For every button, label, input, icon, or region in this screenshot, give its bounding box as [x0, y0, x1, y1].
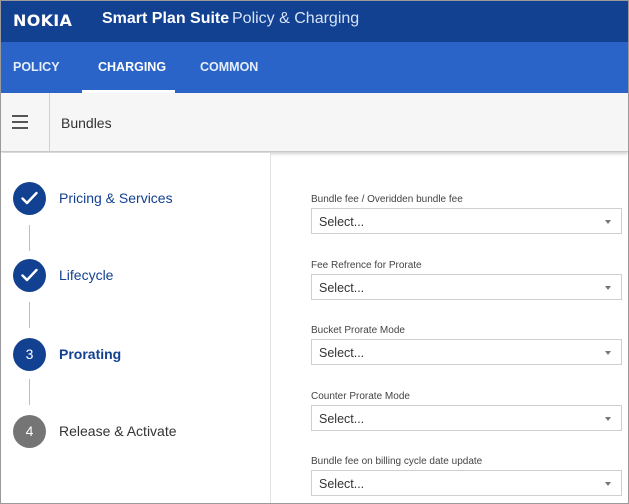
- step-label: Release & Activate: [59, 423, 177, 439]
- select-value: Select...: [319, 412, 365, 426]
- bundle-fee-label: Bundle fee / Overidden bundle fee: [311, 194, 463, 205]
- product-section: Policy & Charging: [232, 10, 360, 27]
- bundle-fee-select[interactable]: Select...: [311, 208, 622, 234]
- dropdown-caret-icon: [605, 286, 611, 290]
- step-label: Lifecycle: [59, 267, 114, 283]
- step-connector: [29, 302, 30, 328]
- checkmark-icon: [21, 268, 38, 282]
- fee-reference-select[interactable]: Select...: [311, 274, 622, 300]
- page-subheader: Bundles: [1, 93, 628, 152]
- step-complete-badge: [13, 182, 46, 215]
- counter-prorate-select[interactable]: Select...: [311, 405, 622, 431]
- counter-prorate-label: Counter Prorate Mode: [311, 391, 410, 402]
- step-complete-badge: [13, 259, 46, 292]
- step-connector: [29, 225, 30, 251]
- wizard-steps: Pricing & Services Lifecycle 3 Prorating…: [1, 153, 271, 503]
- dropdown-caret-icon: [605, 351, 611, 355]
- hamburger-menu-icon[interactable]: [8, 93, 48, 152]
- step-lifecycle[interactable]: Lifecycle: [13, 259, 263, 293]
- select-value: Select...: [319, 346, 365, 360]
- step-release-activate[interactable]: 4 Release & Activate: [13, 415, 263, 449]
- tab-policy[interactable]: POLICY: [13, 60, 60, 74]
- top-header: NOKIA Smart Plan Suite Policy & Charging: [1, 1, 628, 42]
- bucket-prorate-label: Bucket Prorate Mode: [311, 325, 405, 336]
- step-label: Prorating: [59, 346, 122, 362]
- tab-common[interactable]: COMMON: [200, 60, 258, 74]
- dropdown-caret-icon: [605, 417, 611, 421]
- page-title: Bundles: [61, 115, 112, 131]
- dropdown-caret-icon: [605, 220, 611, 224]
- tab-charging[interactable]: CHARGING: [98, 60, 166, 74]
- step-connector: [29, 379, 30, 405]
- product-name: Smart Plan Suite: [102, 10, 230, 27]
- select-value: Select...: [319, 281, 365, 295]
- step-pricing-services[interactable]: Pricing & Services: [13, 182, 263, 216]
- nokia-logo: NOKIA: [13, 11, 73, 30]
- step-label: Pricing & Services: [59, 190, 173, 206]
- dropdown-caret-icon: [605, 482, 611, 486]
- checkmark-icon: [21, 191, 38, 205]
- billing-cycle-select[interactable]: Select...: [311, 470, 622, 496]
- step-number-badge: 3: [13, 338, 46, 371]
- fee-reference-label: Fee Refrence for Prorate: [311, 260, 422, 271]
- step-prorating[interactable]: 3 Prorating: [13, 338, 263, 372]
- main-tabs: POLICY CHARGING COMMON: [1, 42, 628, 93]
- step-number-badge: 4: [13, 415, 46, 448]
- prorating-form: Bundle fee / Overidden bundle fee Select…: [272, 153, 628, 503]
- bucket-prorate-select[interactable]: Select...: [311, 339, 622, 365]
- select-value: Select...: [319, 215, 365, 229]
- select-value: Select...: [319, 477, 365, 491]
- app-window: NOKIA Smart Plan Suite Policy & Charging…: [0, 0, 629, 504]
- divider: [49, 93, 50, 152]
- billing-cycle-label: Bundle fee on billing cycle date update: [311, 456, 483, 467]
